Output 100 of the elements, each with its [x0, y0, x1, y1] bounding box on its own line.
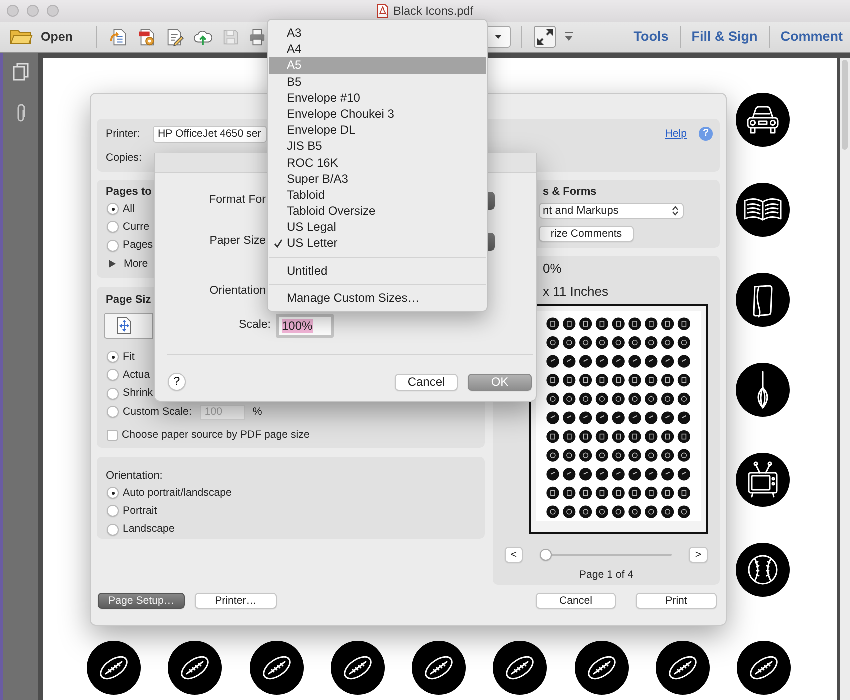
- book-icon: [736, 183, 790, 237]
- radio-button[interactable]: [107, 203, 119, 216]
- dialog-button[interactable]: Cancel: [395, 374, 458, 390]
- pdf-gear-icon[interactable]: [136, 28, 156, 46]
- football-icon: [330, 641, 385, 695]
- menu-item[interactable]: JIS B5: [269, 138, 486, 154]
- pdf-file-icon: [376, 4, 388, 18]
- zoom-button[interactable]: [47, 5, 59, 17]
- printer-label: Printer:: [106, 128, 142, 140]
- scale-input[interactable]: 100%: [276, 314, 334, 338]
- notebook-icon: [736, 273, 790, 327]
- toolbar-link[interactable]: Comment: [770, 28, 843, 46]
- dialog-button[interactable]: Printer…: [195, 593, 277, 609]
- scale-text: 0%: [543, 261, 562, 276]
- up-down-chevron-icon: [672, 206, 679, 216]
- football-icon: [493, 641, 548, 695]
- document-arrow-icon[interactable]: [108, 28, 128, 46]
- menu-item[interactable]: B5: [269, 74, 486, 90]
- radio-button[interactable]: [107, 505, 119, 518]
- option-label: Portrait: [123, 505, 158, 518]
- section-title: s & Forms: [543, 186, 597, 198]
- toolbar-link[interactable]: Tools: [622, 28, 680, 46]
- tv-icon: [736, 453, 790, 507]
- scrollbar-thumb[interactable]: [842, 60, 848, 150]
- window-title: Black Icons.pdf: [394, 4, 474, 18]
- football-icon: [574, 641, 629, 695]
- page-slider[interactable]: [540, 548, 672, 560]
- menu-item[interactable]: US Letter: [269, 235, 486, 252]
- radio-button[interactable]: [107, 221, 119, 234]
- next-page-button[interactable]: >: [689, 546, 708, 562]
- help-link[interactable]: Help: [665, 128, 687, 140]
- unit-label: %: [252, 406, 262, 418]
- dialog-button[interactable]: Print: [636, 593, 717, 609]
- fit-mode-button[interactable]: [104, 313, 153, 339]
- toolbar-link[interactable]: Fill & Sign: [680, 28, 769, 46]
- copies-label: Copies:: [106, 151, 142, 165]
- more-label: More: [124, 258, 148, 270]
- radio-button[interactable]: [107, 351, 119, 364]
- option-label: Auto portrait/landscape: [123, 486, 232, 500]
- menu-item[interactable]: Untitled: [269, 262, 486, 279]
- football-icon: [737, 641, 792, 695]
- menu-item[interactable]: Tabloid Oversize: [269, 203, 486, 220]
- open-button[interactable]: Open: [10, 28, 73, 46]
- menu-item[interactable]: Manage Custom Sizes…: [269, 290, 486, 306]
- previous-page-button[interactable]: <: [505, 546, 523, 562]
- slider-thumb[interactable]: [540, 548, 552, 560]
- checkbox[interactable]: [107, 430, 118, 441]
- menu-item[interactable]: Envelope DL: [269, 122, 486, 138]
- summarize-button[interactable]: rize Comments: [539, 226, 634, 242]
- dialog-button[interactable]: Page Setup…: [98, 593, 185, 609]
- option-label: Shrink: [123, 387, 154, 400]
- menu-item[interactable]: Envelope Choukei 3: [269, 106, 486, 122]
- printer-icon[interactable]: [248, 28, 265, 46]
- radio-button[interactable]: [107, 369, 119, 382]
- section-title: Orientation:: [106, 470, 163, 482]
- checkbox-label: Choose paper source by PDF page size: [122, 428, 310, 442]
- option-label: Custom Scale:: [123, 406, 192, 418]
- menu-item[interactable]: ROC 16K: [269, 154, 486, 171]
- football-icon: [168, 641, 222, 695]
- pages-icon[interactable]: [12, 63, 28, 81]
- paper-size-text: x 11 Inches: [543, 284, 609, 299]
- football-icon: [250, 641, 304, 695]
- field-label: Scale:: [238, 319, 271, 333]
- expand-arrows-icon[interactable]: [534, 26, 556, 48]
- page-count-text: Page 1 of 4: [579, 569, 634, 581]
- help-button[interactable]: ?: [168, 373, 186, 391]
- section-title: Pages to: [106, 186, 152, 198]
- radio-button[interactable]: [107, 524, 119, 536]
- menu-item[interactable]: Envelope #10: [269, 90, 486, 106]
- dropdown-button[interactable]: [486, 26, 511, 48]
- menu-item[interactable]: A4: [269, 41, 486, 58]
- close-button[interactable]: [7, 5, 19, 17]
- paperclip-icon[interactable]: [16, 104, 26, 123]
- comments-select[interactable]: nt and Markups: [539, 203, 684, 219]
- scale-field: 100: [200, 404, 245, 420]
- option-label: Curre: [123, 221, 150, 234]
- field-label: Format For: [208, 194, 266, 208]
- scrollbar-track[interactable]: [840, 58, 850, 700]
- radio-button[interactable]: [107, 240, 119, 252]
- menu-item[interactable]: A3: [269, 25, 486, 42]
- menu-item[interactable]: US Legal: [269, 219, 486, 236]
- page-arrows-icon: [116, 317, 132, 335]
- minimize-button[interactable]: [27, 5, 39, 17]
- menu-item[interactable]: Tabloid: [269, 186, 486, 204]
- menu-item[interactable]: Super B/A3: [269, 170, 486, 187]
- disclosure-triangle-icon[interactable]: [109, 260, 116, 268]
- field-label: Orientation: [208, 285, 266, 299]
- dialog-button[interactable]: Cancel: [536, 593, 616, 609]
- radio-button[interactable]: [107, 406, 119, 418]
- radio-button[interactable]: [107, 487, 119, 500]
- option-label: Landscape: [123, 523, 175, 536]
- radio-button[interactable]: [107, 388, 119, 400]
- car-icon: [736, 93, 790, 147]
- option-label: Fit: [123, 350, 135, 364]
- whisk-icon: [736, 363, 790, 417]
- football-icon: [412, 641, 466, 695]
- printer-select[interactable]: HP OfficeJet 4650 ser: [153, 126, 267, 142]
- football-icon: [656, 641, 710, 695]
- option-label: Actua: [123, 369, 150, 382]
- overflow-caret-icon[interactable]: [564, 32, 573, 42]
